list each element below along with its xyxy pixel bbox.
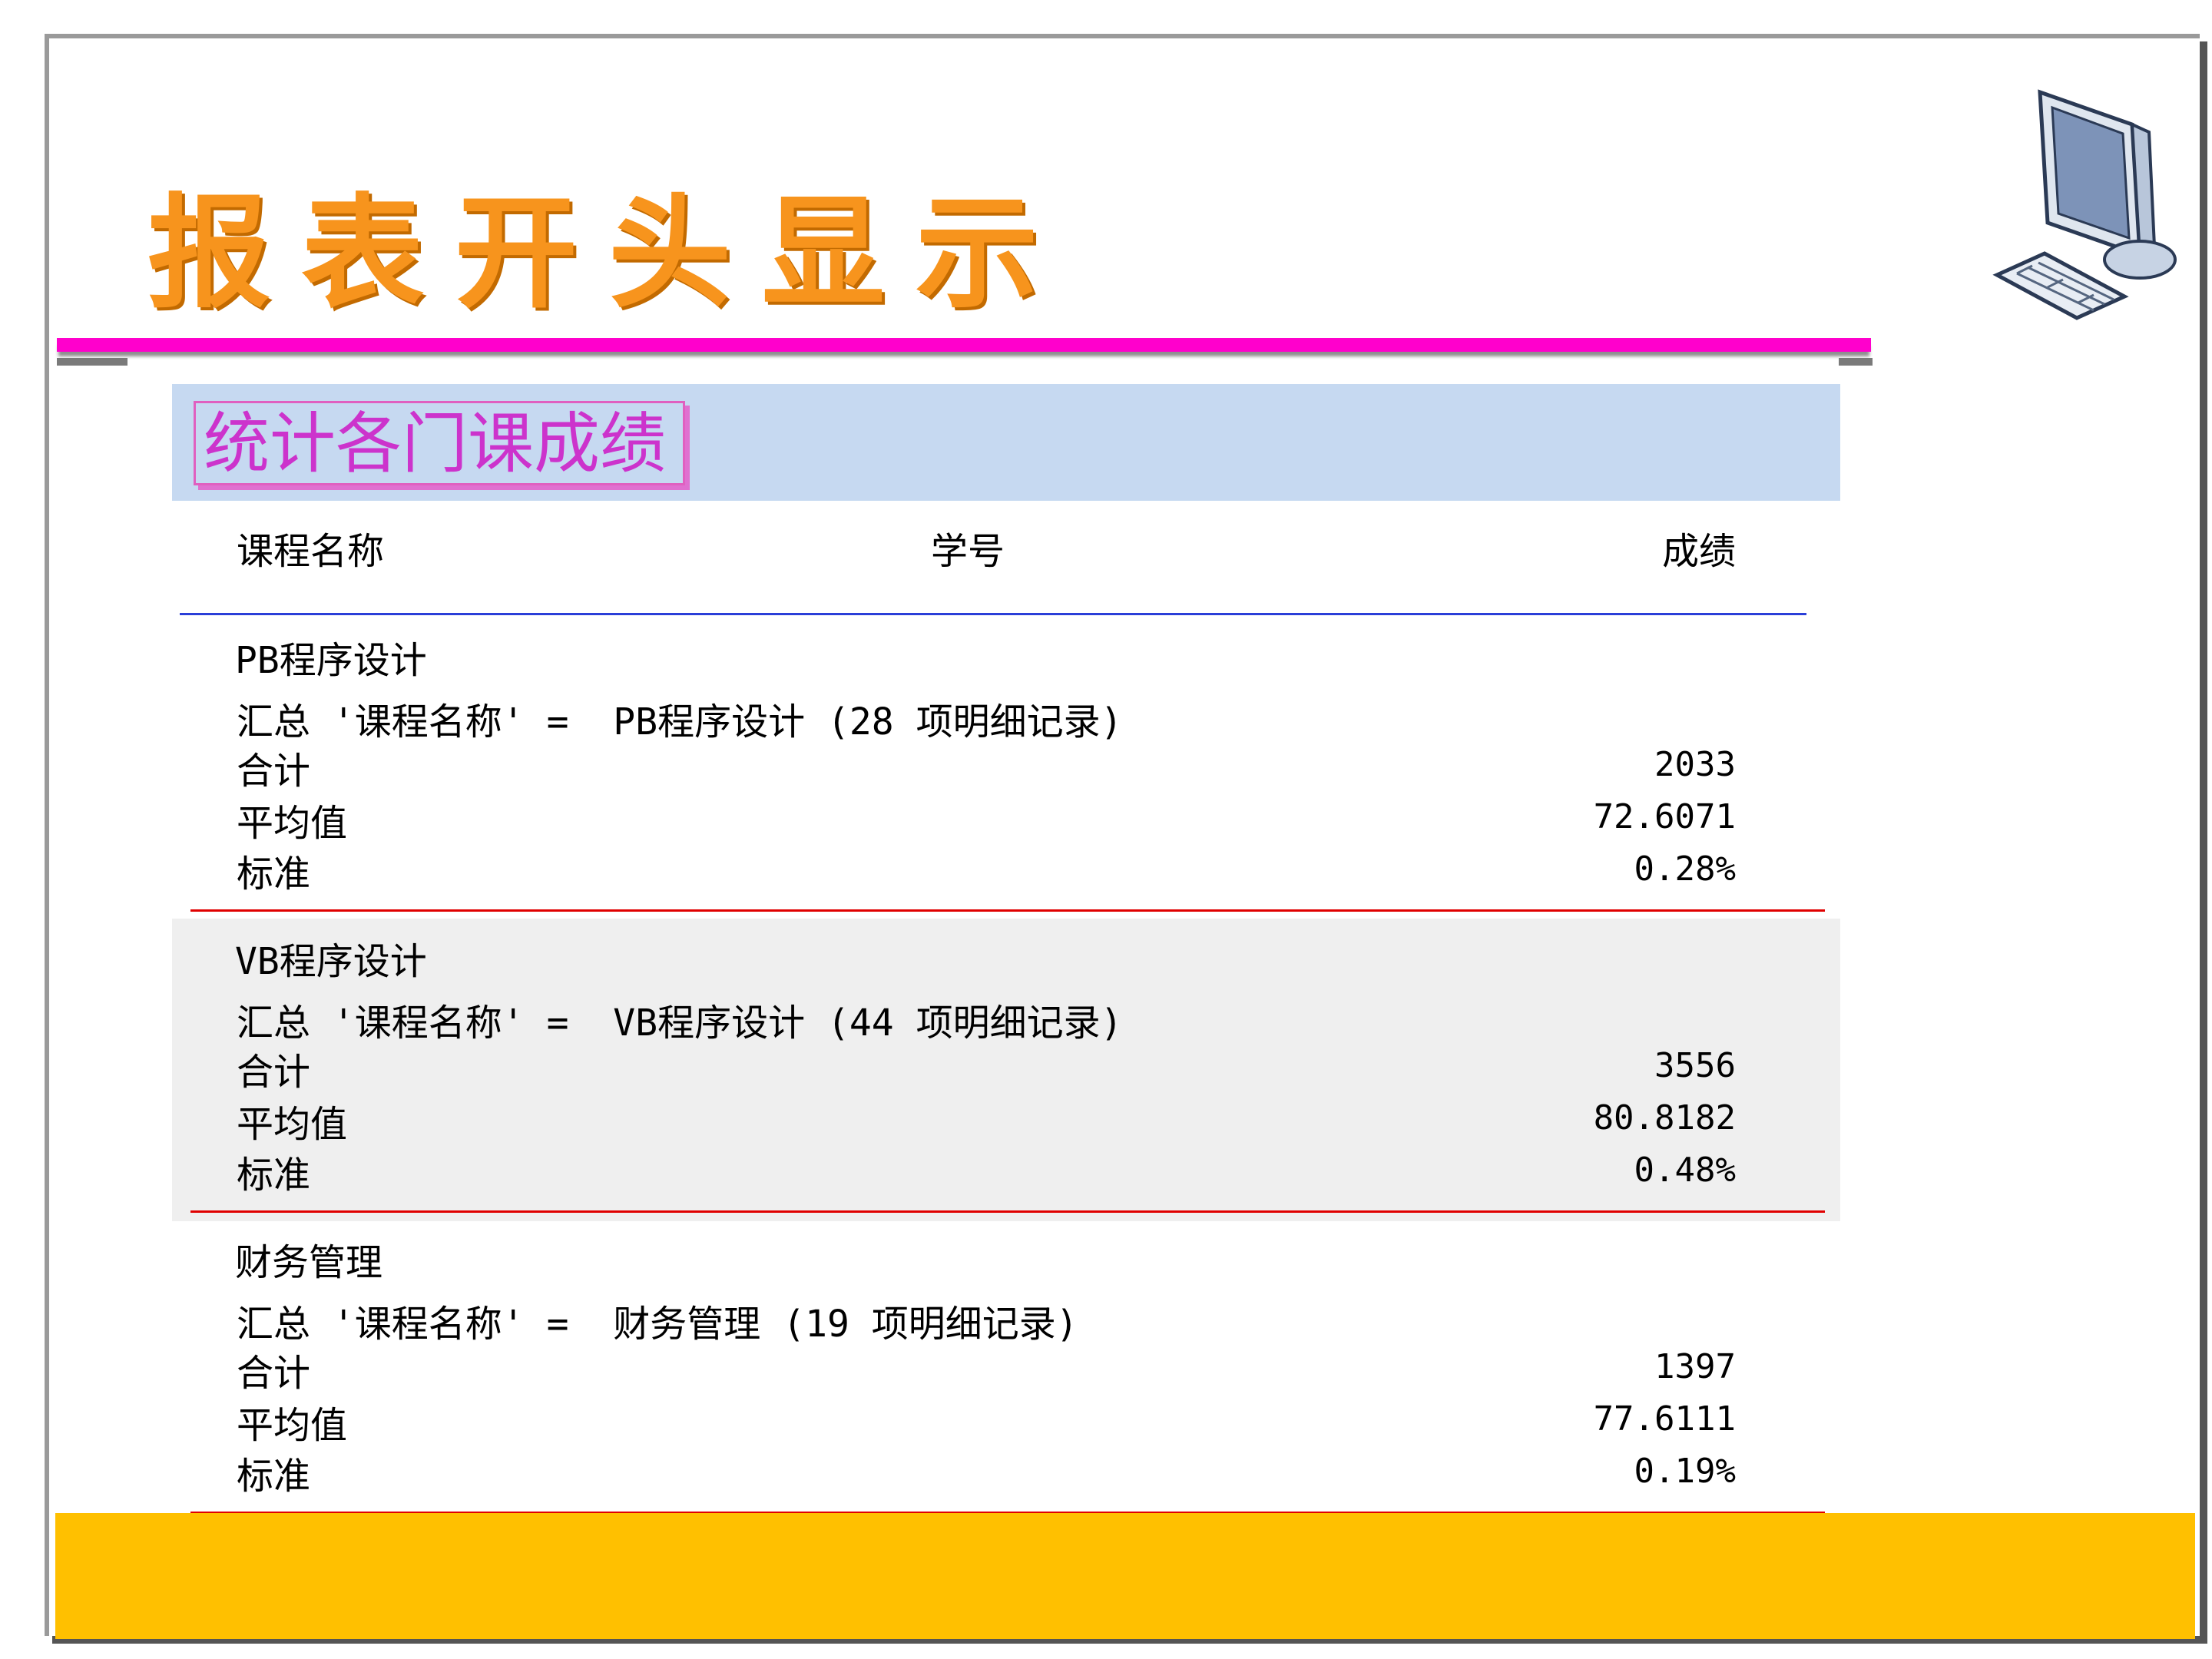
stat-value-sum: 3556 [1654,1046,1736,1085]
group-rule [190,909,1825,912]
group-summary: 汇总 '课程名称' = 财务管理 (19 项明细记录) [237,1303,1078,1346]
stat-value-sum: 1397 [1654,1347,1736,1386]
footer-band [55,1513,2195,1639]
group-rule [190,1210,1825,1213]
stat-value-average: 77.6111 [1593,1399,1736,1439]
stat-label-sum: 合计 [237,1051,311,1094]
report-title: 统计各门课成绩 [194,401,685,485]
group-summary: 汇总 '课程名称' = PB程序设计 (28 项明细记录) [237,700,1123,743]
computer-icon [1986,78,2186,327]
report-preview: 统计各门课成绩 课程名称 学号 成绩 PB程序设计 汇总 '课程名称' = PB… [172,384,1840,1528]
bar-shadow [57,358,127,366]
stat-label-standard: 标准 [237,853,311,896]
stat-label-sum: 合计 [237,750,311,793]
column-header-course: 课程名称 [237,530,385,573]
slide-title: 报表开头显示 [147,180,1070,325]
group-name: PB程序设计 [235,639,427,682]
stat-label-average: 平均值 [237,802,348,845]
report-group: 财务管理 汇总 '课程名称' = 财务管理 (19 项明细记录) 合计 1397… [172,1220,1840,1522]
column-header-score: 成绩 [1661,530,1736,573]
stat-label-standard: 标准 [237,1154,311,1197]
bar-shadow [1839,358,1873,366]
stat-value-standard: 0.19% [1634,1452,1736,1491]
stat-label-sum: 合计 [237,1352,311,1395]
stat-value-average: 80.8182 [1593,1098,1736,1137]
group-summary: 汇总 '课程名称' = VB程序设计 (44 项明细记录) [237,1002,1123,1045]
group-name: 财务管理 [235,1241,383,1284]
header-rule [180,613,1806,615]
stat-label-standard: 标准 [237,1455,311,1498]
stat-label-average: 平均值 [237,1103,348,1146]
title-underline-bar [57,338,1871,352]
stat-value-standard: 0.28% [1634,849,1736,889]
group-name: VB程序设计 [235,940,427,983]
column-header-student-id: 学号 [931,530,1005,573]
stat-value-sum: 2033 [1654,745,1736,784]
stat-value-standard: 0.48% [1634,1151,1736,1190]
report-header: 统计各门课成绩 [172,384,1840,501]
stat-label-average: 平均值 [237,1404,348,1447]
report-group: PB程序设计 汇总 '课程名称' = PB程序设计 (28 项明细记录) 合计 … [172,618,1840,920]
slide: 报表开头显示 统计各门课成绩 课程名称 学号 成绩 PB程序设计 汇总 '课程名… [45,34,2200,1639]
stat-value-average: 72.6071 [1593,797,1736,836]
report-group: VB程序设计 汇总 '课程名称' = VB程序设计 (44 项明细记录) 合计 … [172,919,1840,1221]
